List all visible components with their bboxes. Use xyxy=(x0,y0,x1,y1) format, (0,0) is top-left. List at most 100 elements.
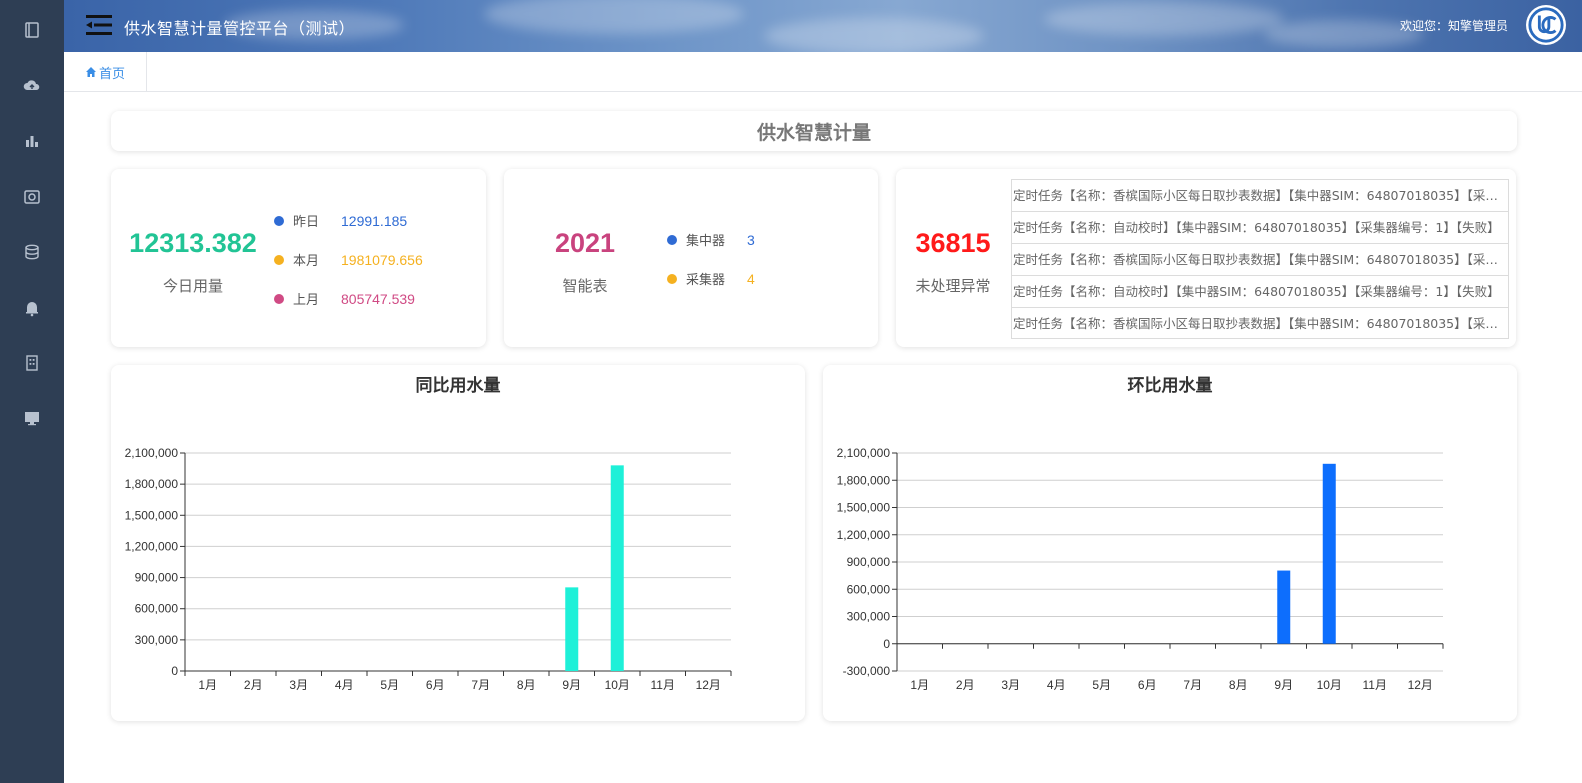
stat-key: 本月 xyxy=(293,254,320,269)
x-tick-label: 7月 xyxy=(1183,678,1202,692)
mom-chart-card: 环比用水量 -300,000 0 300,000 600,000 900,000 1,20… xyxy=(823,365,1517,721)
top-header: 供水智慧计量管控平台（测试） 欢迎您：知擎管理员 xyxy=(64,0,1582,52)
stat-dot xyxy=(667,273,677,284)
list-item[interactable]: 定时任务【名称：自动校时】【集中器SIM：64807018035】【采集器编号：… xyxy=(1012,276,1508,308)
stat-concentrator: 集中器 3 xyxy=(667,230,755,249)
smart-meter-count: 2021 xyxy=(554,228,616,258)
today-usage-value: 12313.382 xyxy=(129,228,257,258)
x-tick-label: 4月 xyxy=(335,678,354,692)
x-tick-label: 7月 xyxy=(471,678,490,692)
home-icon xyxy=(85,67,96,77)
page-title: 供水智慧计量 xyxy=(111,111,1517,151)
list-item[interactable]: 定时任务【名称：香槟国际小区每日取抄表数据】【集中器SIM：6480701803… xyxy=(1012,180,1508,212)
database-icon[interactable] xyxy=(22,242,42,262)
y-tick-label: 900,000 xyxy=(135,571,179,585)
welcome-user[interactable]: 欢迎您：知擎管理员 xyxy=(1400,17,1508,34)
stat-dot xyxy=(274,293,284,304)
y-tick-label: 1,800,000 xyxy=(837,473,891,487)
bar-chart-icon[interactable] xyxy=(22,131,42,151)
menu-toggle-icon[interactable] xyxy=(86,14,112,36)
x-tick-label: 6月 xyxy=(426,678,445,692)
x-tick-label: 10月 xyxy=(1317,678,1342,692)
x-tick-label: 1月 xyxy=(198,678,217,692)
list-item[interactable]: 定时任务【名称：香槟国际小区每日取抄表数据】【集中器SIM：6480701803… xyxy=(1012,308,1508,340)
y-tick-label: 1,800,000 xyxy=(125,477,179,491)
x-tick-label: 8月 xyxy=(1229,678,1248,692)
stat-key: 昨日 xyxy=(293,215,320,230)
tab-home[interactable]: 首页 xyxy=(64,52,147,92)
x-tick-label: 11月 xyxy=(651,678,675,692)
x-tick-label: 12月 xyxy=(1408,678,1433,692)
y-tick-label: 1,200,000 xyxy=(125,539,179,553)
x-tick-label: 9月 xyxy=(562,678,581,692)
smart-meter-label: 智能表 xyxy=(562,277,608,295)
y-tick-label: 600,000 xyxy=(135,602,179,616)
y-tick-label: 0 xyxy=(883,637,890,651)
app-title: 供水智慧计量管控平台（测试） xyxy=(124,19,356,38)
monitor-icon[interactable] xyxy=(22,408,42,428)
x-tick-label: 3月 xyxy=(289,678,308,692)
sidebar xyxy=(0,0,64,783)
x-tick-label: 5月 xyxy=(380,678,399,692)
y-tick-label: 600,000 xyxy=(847,582,891,596)
bar[interactable] xyxy=(565,587,579,671)
stat-value: 4 xyxy=(747,270,755,287)
avatar[interactable] xyxy=(1526,5,1566,45)
x-tick-label: 4月 xyxy=(1047,678,1066,692)
yoy-bar-chart: 0 300,000 600,000 900,000 1,200,000 1,500,000… xyxy=(125,446,732,692)
bar[interactable] xyxy=(1277,570,1291,644)
y-tick-label: 1,200,000 xyxy=(837,528,891,542)
stat-value: 3 xyxy=(747,231,755,248)
y-tick-label: 900,000 xyxy=(847,555,891,569)
alarm-list[interactable]: 定时任务【名称：香槟国际小区每日取抄表数据】【集中器SIM：6480701803… xyxy=(1011,179,1509,339)
stat-key: 采集器 xyxy=(686,273,726,288)
x-tick-label: 1月 xyxy=(910,678,929,692)
y-tick-label: 1,500,000 xyxy=(837,501,891,515)
y-tick-label: 1,500,000 xyxy=(125,508,179,522)
x-tick-label: 8月 xyxy=(517,678,536,692)
building-icon[interactable] xyxy=(22,353,42,373)
x-tick-label: 2月 xyxy=(244,678,263,692)
x-tick-label: 5月 xyxy=(1092,678,1111,692)
y-tick-label: 0 xyxy=(171,664,178,678)
y-tick-label: 300,000 xyxy=(847,610,891,624)
mom-bar-chart: -300,000 0 300,000 600,000 900,000 1,200,000 1… xyxy=(837,446,1444,692)
stat-key: 上月 xyxy=(293,293,320,308)
stat-dot xyxy=(274,254,284,265)
stat-value: 805747.539 xyxy=(341,290,415,307)
x-tick-label: 10月 xyxy=(605,678,630,692)
bar[interactable] xyxy=(610,465,624,671)
list-item[interactable]: 定时任务【名称：自动校时】【集中器SIM：64807018035】【采集器编号：… xyxy=(1012,212,1508,244)
y-tick-label: -300,000 xyxy=(843,664,891,678)
meter-icon[interactable] xyxy=(22,187,42,207)
unhandled-alarm-label: 未处理异常 xyxy=(915,277,991,295)
y-tick-label: 2,100,000 xyxy=(837,446,891,460)
y-tick-label: 300,000 xyxy=(135,633,179,647)
today-usage-label: 今日用量 xyxy=(162,277,223,295)
stat-last-month: 上月 805747.539 xyxy=(274,289,415,308)
x-tick-label: 2月 xyxy=(956,678,975,692)
x-tick-label: 6月 xyxy=(1138,678,1157,692)
y-tick-label: 2,100,000 xyxy=(125,446,179,460)
bell-icon[interactable] xyxy=(22,298,42,318)
unhandled-alarm-count: 36815 xyxy=(915,228,991,258)
stat-yesterday: 昨日 12991.185 xyxy=(274,211,407,230)
stat-dot xyxy=(667,234,677,245)
yoy-chart-card: 同比用水量 0 300,000 600,000 900,000 1,200,000 1,5… xyxy=(111,365,805,721)
tab-bar: 首页 xyxy=(64,52,1582,92)
x-tick-label: 3月 xyxy=(1001,678,1020,692)
x-tick-label: 11月 xyxy=(1363,678,1387,692)
book-icon[interactable] xyxy=(22,20,42,40)
brand-logo-icon xyxy=(1528,7,1564,43)
x-tick-label: 12月 xyxy=(696,678,721,692)
stat-value: 12991.185 xyxy=(341,212,408,229)
stat-this-month: 本月 1981079.656 xyxy=(274,250,423,269)
bar[interactable] xyxy=(1322,463,1336,644)
tab-home-label: 首页 xyxy=(98,66,125,82)
cloud-upload-icon[interactable] xyxy=(22,76,42,96)
list-item[interactable]: 定时任务【名称：香槟国际小区每日取抄表数据】【集中器SIM：6480701803… xyxy=(1012,244,1508,276)
stat-value: 1981079.656 xyxy=(341,251,423,268)
x-tick-label: 9月 xyxy=(1274,678,1293,692)
stat-dot xyxy=(274,215,284,226)
stat-key: 集中器 xyxy=(686,234,726,249)
